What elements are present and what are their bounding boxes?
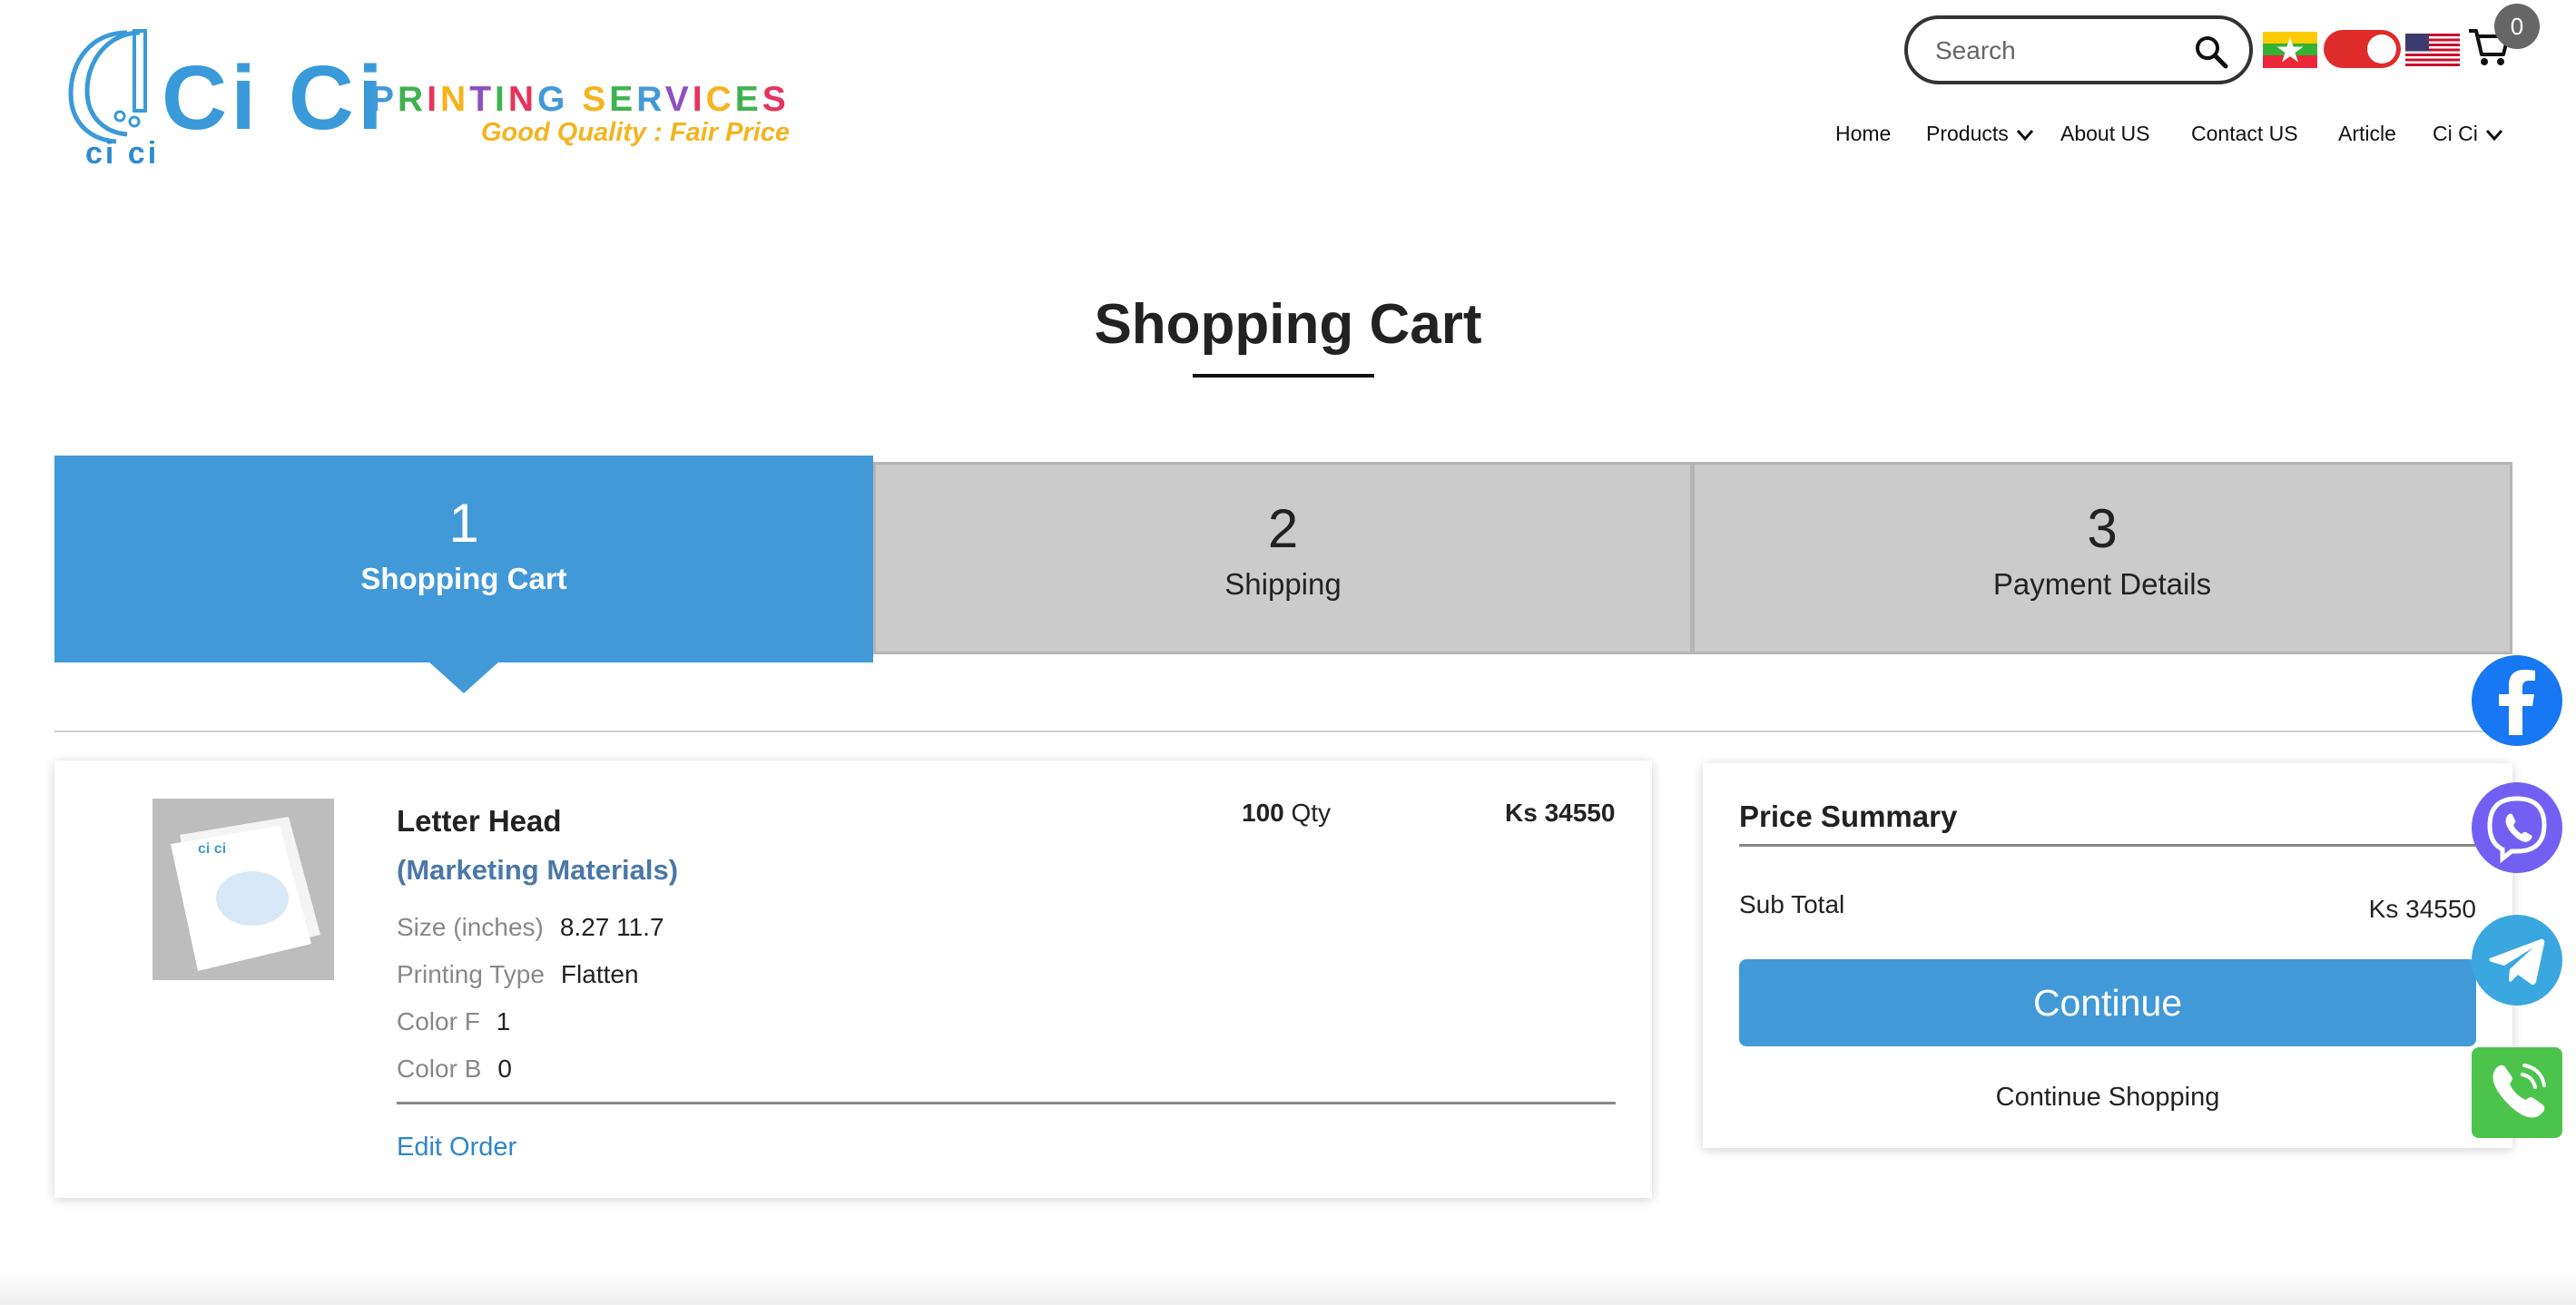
svg-text:ci ci: ci ci bbox=[198, 841, 226, 857]
logo-letter: R bbox=[398, 80, 428, 119]
subtotal-value: Ks 34550 bbox=[2368, 895, 2476, 923]
step-shopping-cart[interactable]: 1 Shopping Cart bbox=[54, 456, 873, 662]
spec-key: Color F bbox=[397, 1007, 480, 1035]
quantity-unit: Qty bbox=[1291, 799, 1332, 827]
price-summary-card: Price Summary Sub Total Ks 34550 Continu… bbox=[1703, 763, 2512, 1148]
nav-about[interactable]: About US bbox=[2060, 122, 2149, 154]
nav-contact[interactable]: Contact US bbox=[2191, 122, 2298, 154]
summary-divider bbox=[1739, 844, 2476, 847]
spec-value: 0 bbox=[497, 1055, 512, 1083]
item-price: Ks 34550 bbox=[1505, 799, 1616, 827]
logo-letter: G bbox=[537, 80, 569, 119]
active-step-pointer bbox=[428, 661, 500, 693]
logo-letter: N bbox=[507, 80, 538, 119]
step-shipping[interactable]: 2 Shipping bbox=[873, 462, 1693, 654]
spec-key: Printing Type bbox=[397, 960, 545, 988]
logo-tagline: Good Quality : Fair Price bbox=[481, 118, 791, 147]
us-flag-icon[interactable] bbox=[2405, 34, 2460, 66]
product-name: Letter Head bbox=[397, 804, 562, 838]
nav-products[interactable]: Products bbox=[1926, 122, 2034, 154]
continue-button[interactable]: Continue bbox=[1739, 959, 2476, 1046]
search-input[interactable] bbox=[1935, 32, 2180, 70]
continue-shopping-link[interactable]: Continue Shopping bbox=[1703, 1083, 2512, 1113]
step-label: Shopping Cart bbox=[360, 562, 567, 595]
step-number: 3 bbox=[2087, 498, 2118, 559]
logo-printing-services: PRINTING SERVICES bbox=[370, 82, 790, 118]
price-summary-title: Price Summary bbox=[1739, 800, 1958, 833]
site-logo[interactable]: ci ci Ci Ci PRINTING SERVICES Good Quali… bbox=[64, 25, 790, 175]
nav-contact-label: Contact US bbox=[2191, 122, 2298, 145]
logo-letter: I bbox=[427, 80, 441, 119]
cart-count-badge[interactable]: 0 bbox=[2494, 4, 2540, 49]
myanmar-flag-icon[interactable] bbox=[2263, 32, 2317, 68]
logo-letter bbox=[568, 80, 582, 119]
nav-about-label: About US bbox=[2060, 122, 2150, 145]
logo-letter: S bbox=[582, 80, 610, 119]
phone-icon[interactable] bbox=[2472, 1047, 2562, 1138]
logo-letter: C bbox=[705, 80, 735, 119]
logo-letter: E bbox=[734, 80, 762, 119]
step-payment-details[interactable]: 3 Payment Details bbox=[1692, 462, 2512, 654]
spec-size: Size (inches) 8.27 11.7 bbox=[397, 913, 664, 942]
spec-value: 1 bbox=[496, 1007, 511, 1035]
spec-key: Size (inches) bbox=[397, 913, 544, 941]
search-box[interactable] bbox=[1904, 15, 2253, 84]
language-toggle[interactable] bbox=[2324, 30, 2401, 68]
spec-color-front: Color F 1 bbox=[397, 1007, 510, 1036]
search-icon[interactable] bbox=[2193, 34, 2229, 70]
logo-letter: I bbox=[495, 80, 508, 119]
item-divider bbox=[397, 1102, 1616, 1104]
subtotal-label: Sub Total bbox=[1739, 890, 1845, 918]
logo-letter: E bbox=[609, 80, 637, 119]
cart-item-card: ci ci Letter Head (Marketing Materials) … bbox=[54, 760, 1652, 1198]
logo-letter: V bbox=[664, 80, 693, 119]
step-label: Shipping bbox=[1224, 567, 1342, 601]
nav-home-label: Home bbox=[1835, 122, 1892, 145]
logo-mark-text: ci ci bbox=[85, 136, 160, 171]
chevron-down-icon bbox=[2486, 129, 2503, 142]
step-number: 2 bbox=[1267, 498, 1299, 559]
quantity-number: 100 bbox=[1242, 799, 1284, 827]
spec-value: 8.27 11.7 bbox=[559, 913, 664, 941]
spec-key: Color B bbox=[397, 1055, 482, 1083]
page-title: Shopping Cart bbox=[1094, 293, 1482, 356]
telegram-icon[interactable] bbox=[2472, 915, 2562, 1006]
logo-letter: N bbox=[440, 80, 470, 119]
product-thumbnail[interactable]: ci ci bbox=[152, 799, 334, 980]
title-underline bbox=[1193, 374, 1374, 378]
item-quantity: 100 Qty bbox=[1242, 799, 1331, 828]
step-label: Payment Details bbox=[1992, 567, 2212, 601]
section-divider bbox=[54, 731, 2512, 732]
page-bottom-fade bbox=[0, 1271, 2576, 1305]
chevron-down-icon bbox=[2017, 129, 2034, 142]
logo-letter: P bbox=[370, 80, 398, 119]
nav-article-label: Article bbox=[2338, 122, 2396, 145]
viber-icon[interactable] bbox=[2472, 782, 2562, 873]
edit-order-link[interactable]: Edit Order bbox=[397, 1133, 516, 1163]
nav-cici[interactable]: Ci Ci bbox=[2433, 122, 2503, 154]
spec-printing-type: Printing Type Flatten bbox=[397, 960, 639, 989]
nav-cici-label: Ci Ci bbox=[2433, 122, 2478, 145]
nav-products-label: Products bbox=[1926, 122, 2009, 145]
facebook-icon[interactable] bbox=[2472, 655, 2562, 746]
logo-brand-name: Ci Ci bbox=[162, 47, 387, 149]
step-number: 1 bbox=[448, 493, 479, 554]
logo-letter: T bbox=[469, 80, 496, 119]
product-category: (Marketing Materials) bbox=[397, 854, 679, 886]
nav-article[interactable]: Article bbox=[2338, 122, 2396, 154]
logo-letter: S bbox=[762, 80, 790, 119]
logo-letter: R bbox=[636, 80, 665, 119]
logo-letter: I bbox=[692, 80, 706, 119]
spec-color-back: Color B 0 bbox=[397, 1055, 512, 1084]
nav-home[interactable]: Home bbox=[1835, 122, 1891, 154]
spec-value: Flatten bbox=[560, 960, 639, 988]
toggle-knob bbox=[2367, 34, 2396, 64]
